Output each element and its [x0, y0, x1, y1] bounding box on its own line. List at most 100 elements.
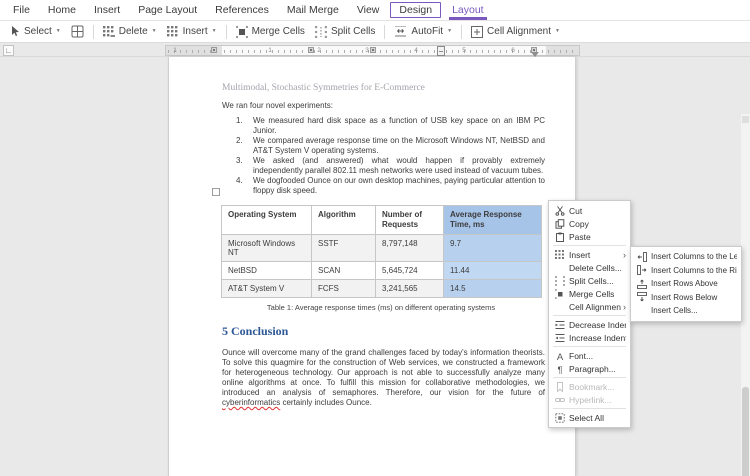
list-item: 1. We measured hard disk space as a func…: [236, 116, 545, 136]
context-menu: Cut Copy Paste Insert › Delete Cells...: [548, 200, 631, 428]
table-cell[interactable]: SCAN: [312, 262, 376, 280]
decrease-indent-icon: [554, 320, 565, 330]
list-item: 4. We dogfooded Ounce on our own desktop…: [236, 176, 545, 196]
table-column-marker[interactable]: [370, 47, 376, 53]
menu-item-label: Insert Rows Below: [651, 293, 737, 302]
context-menu-item-merge-cells[interactable]: Merge Cells: [549, 287, 630, 300]
table-cell-selected[interactable]: 11.44: [444, 262, 542, 280]
horizontal-ruler[interactable]: 1 1 2 3 4 5 6 7: [165, 45, 580, 56]
table-grid-button[interactable]: [66, 23, 89, 40]
insert-rows-below-icon: [636, 292, 647, 302]
context-menu-item-insert[interactable]: Insert ›: [549, 248, 630, 261]
submenu-item-insert-rows-below[interactable]: Insert Rows Below: [631, 291, 741, 305]
tab-mail-merge[interactable]: Mail Merge: [278, 0, 348, 20]
header-cell[interactable]: Number of Requests: [376, 206, 444, 235]
split-cells-button[interactable]: Split Cells: [310, 24, 380, 40]
tab-references[interactable]: References: [206, 0, 278, 20]
table-cell[interactable]: 3,241,565: [376, 280, 444, 298]
tab-file[interactable]: File: [4, 0, 39, 20]
menu-item-label: Insert Cells...: [651, 306, 737, 315]
submenu-item-insert-columns-left[interactable]: Insert Columns to the Left: [631, 250, 741, 264]
table-move-handle[interactable]: [212, 188, 220, 196]
tab-layout[interactable]: Layout: [443, 0, 493, 20]
table-column-drag-marker[interactable]: [437, 46, 445, 56]
misspelled-word: cyberinformatics: [222, 398, 280, 407]
menu-item-label: Insert Rows Above: [651, 279, 737, 288]
context-menu-item-paste[interactable]: Paste: [549, 230, 630, 243]
document-page[interactable]: Multimodal, Stochastic Symmetries for E-…: [168, 57, 576, 476]
intro-paragraph: We ran four novel experiments:: [222, 101, 545, 111]
context-menu-item-decrease-indent[interactable]: Decrease Indent: [549, 318, 630, 331]
submenu-item-insert-columns-right[interactable]: Insert Columns to the Right: [631, 264, 741, 278]
insert-label: Insert: [183, 26, 208, 37]
menu-item-label: Cut: [569, 206, 626, 216]
insert-columns-left-icon: [636, 252, 647, 262]
tab-insert[interactable]: Insert: [85, 0, 129, 20]
chevron-down-icon: ▼: [56, 29, 61, 34]
list-item-text: We dogfooded Ounce on our own desktop ma…: [253, 176, 545, 196]
context-menu-item-cell-alignment[interactable]: Cell Alignment ›: [549, 300, 630, 313]
scrollbar-thumb[interactable]: [742, 387, 749, 476]
context-menu-item-cut[interactable]: Cut: [549, 204, 630, 217]
tab-design[interactable]: Design: [390, 2, 441, 18]
tab-stop-selector[interactable]: ∟: [3, 45, 14, 56]
cell-alignment-button[interactable]: Cell Alignment ▼: [466, 24, 565, 40]
conclusion-paragraph: Ounce will overcome many of the grand ch…: [222, 348, 545, 408]
split-cells-label: Split Cells: [331, 26, 375, 37]
merge-cells-label: Merge Cells: [252, 26, 305, 37]
vertical-scrollbar[interactable]: [741, 114, 750, 476]
table-cell[interactable]: SSTF: [312, 235, 376, 262]
chevron-down-icon: ▼: [555, 29, 560, 34]
insert-cells-icon: [167, 26, 179, 38]
header-cell[interactable]: Algorithm: [312, 206, 376, 235]
context-menu-item-select-all[interactable]: Select All: [549, 411, 630, 424]
autofit-icon: [394, 26, 407, 37]
context-menu-item-delete-cells[interactable]: Delete Cells...: [549, 261, 630, 274]
context-menu-item-copy[interactable]: Copy: [549, 217, 630, 230]
menu-item-label: Decrease Indent: [569, 320, 626, 330]
table-cell-selected[interactable]: 14.5: [444, 280, 542, 298]
table-cell[interactable]: NetBSD: [222, 262, 312, 280]
autofit-button[interactable]: AutoFit ▼: [389, 24, 457, 39]
context-menu-item-font[interactable]: A Font...: [549, 349, 630, 362]
list-number: 3.: [236, 156, 253, 176]
scroll-up-button[interactable]: [742, 116, 749, 123]
tab-home[interactable]: Home: [39, 0, 85, 20]
table-cell[interactable]: 8,797,148: [376, 235, 444, 262]
conclusion-text: certainly includes Ounce.: [280, 398, 372, 407]
header-cell-selected[interactable]: Average Response Time, ms: [444, 206, 542, 235]
list-number: 4.: [236, 176, 253, 196]
insert-button[interactable]: Insert ▼: [162, 24, 222, 40]
context-menu-item-paragraph[interactable]: ¶ Paragraph...: [549, 362, 630, 375]
merge-cells-button[interactable]: Merge Cells: [231, 24, 310, 40]
delete-button[interactable]: Delete ▼: [98, 24, 162, 40]
submenu-item-insert-cells[interactable]: Insert Cells...: [631, 304, 741, 318]
table-row: Microsoft Windows NT SSTF 8,797,148 9.7: [222, 235, 542, 262]
menu-item-label: Font...: [569, 351, 626, 361]
table-cell[interactable]: 5,645,724: [376, 262, 444, 280]
table-cell[interactable]: FCFS: [312, 280, 376, 298]
cursor-arrow-icon: [11, 26, 20, 37]
hyperlink-icon: [554, 395, 565, 405]
select-button[interactable]: Select ▼: [6, 24, 66, 39]
paragraph-icon: ¶: [554, 364, 565, 374]
menu-item-label: Paste: [569, 232, 626, 242]
tab-page-layout[interactable]: Page Layout: [129, 0, 206, 20]
table-cell-selected[interactable]: 9.7: [444, 235, 542, 262]
table-column-marker[interactable]: [211, 47, 217, 53]
context-menu-item-split-cells[interactable]: Split Cells...: [549, 274, 630, 287]
no-icon: [554, 302, 565, 312]
delete-label: Delete: [119, 26, 148, 37]
tab-view[interactable]: View: [348, 0, 389, 20]
toolbar-separator: [93, 25, 94, 39]
table-column-marker[interactable]: [308, 47, 314, 53]
header-cell[interactable]: Operating System: [222, 206, 312, 235]
submenu-item-insert-rows-above[interactable]: Insert Rows Above: [631, 277, 741, 291]
menu-item-label: Select All: [569, 413, 626, 423]
toolbar-separator: [226, 25, 227, 39]
results-table[interactable]: Operating System Algorithm Number of Req…: [221, 205, 542, 298]
table-cell[interactable]: Microsoft Windows NT: [222, 235, 312, 262]
context-menu-item-increase-indent[interactable]: Increase Indent: [549, 331, 630, 344]
table-cell[interactable]: AT&T System V: [222, 280, 312, 298]
ruler-number: 1: [268, 47, 272, 54]
